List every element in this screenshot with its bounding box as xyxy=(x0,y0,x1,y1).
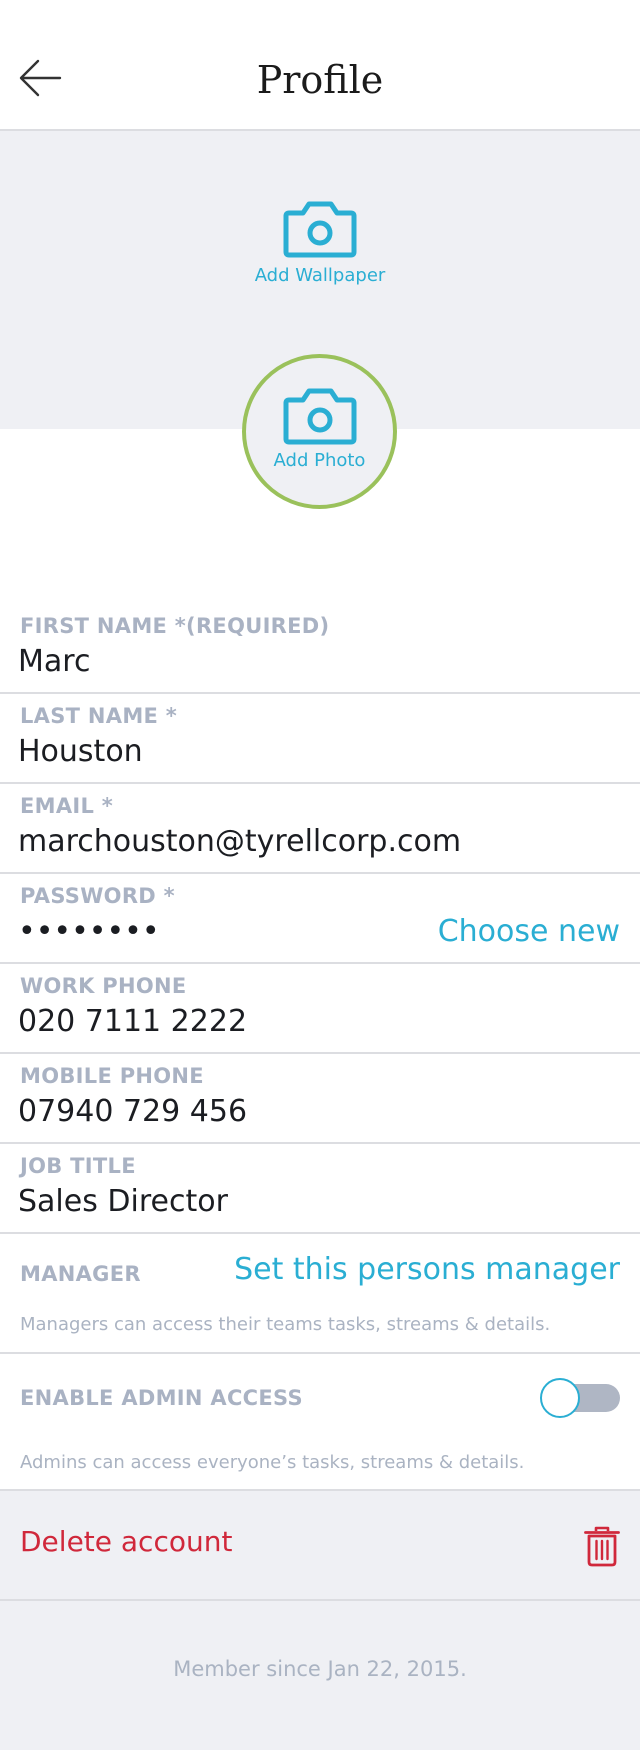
last-name-value[interactable]: Houston xyxy=(18,734,143,769)
last-name-label: LAST NAME * xyxy=(20,704,178,728)
admin-access-toggle[interactable] xyxy=(540,1378,620,1418)
password-label: PASSWORD * xyxy=(20,884,175,908)
toggle-knob xyxy=(540,1378,580,1418)
mobile-phone-field[interactable]: MOBILE PHONE 07940 729 456 xyxy=(0,1054,640,1144)
choose-new-password-link[interactable]: Choose new xyxy=(438,914,620,949)
page-title: Profile xyxy=(256,58,384,102)
manager-field: MANAGER Set this persons manager Manager… xyxy=(0,1234,640,1354)
add-photo-button[interactable]: Add Photo xyxy=(242,354,397,509)
add-wallpaper-button[interactable]: Add Wallpaper xyxy=(220,199,420,299)
email-field[interactable]: EMAIL * marchouston@tyrellcorp.com xyxy=(0,784,640,874)
password-value: •••••••• xyxy=(18,914,160,949)
add-photo-label: Add Photo xyxy=(273,450,366,471)
admin-help-text: Admins can access everyone’s tasks, stre… xyxy=(20,1452,525,1473)
manager-label: MANAGER xyxy=(20,1262,141,1286)
set-manager-link[interactable]: Set this persons manager xyxy=(234,1252,620,1287)
job-title-field[interactable]: JOB TITLE Sales Director xyxy=(0,1144,640,1234)
delete-account-button[interactable]: Delete account xyxy=(0,1491,640,1601)
top-bar: Profile xyxy=(0,0,640,131)
email-value[interactable]: marchouston@tyrellcorp.com xyxy=(18,824,461,859)
password-field: PASSWORD * •••••••• Choose new xyxy=(0,874,640,964)
member-since-text: Member since Jan 22, 2015. xyxy=(173,1657,467,1681)
work-phone-label: WORK PHONE xyxy=(20,974,187,998)
work-phone-field[interactable]: WORK PHONE 020 7111 2222 xyxy=(0,964,640,1054)
trash-icon xyxy=(584,1526,620,1567)
job-title-label: JOB TITLE xyxy=(20,1154,136,1178)
manager-help-text: Managers can access their teams tasks, s… xyxy=(20,1314,551,1335)
first-name-value[interactable]: Marc xyxy=(18,644,90,679)
camera-icon xyxy=(283,201,357,258)
admin-access-field: ENABLE ADMIN ACCESS Admins can access ev… xyxy=(0,1354,640,1491)
last-name-field[interactable]: LAST NAME * Houston xyxy=(0,694,640,784)
first-name-field[interactable]: FIRST NAME *(REQUIRED) Marc xyxy=(0,604,640,694)
camera-icon xyxy=(283,388,356,445)
mobile-phone-value[interactable]: 07940 729 456 xyxy=(18,1094,247,1129)
admin-access-label: ENABLE ADMIN ACCESS xyxy=(20,1386,303,1410)
work-phone-value[interactable]: 020 7111 2222 xyxy=(18,1004,247,1039)
add-wallpaper-label: Add Wallpaper xyxy=(254,265,386,286)
email-label: EMAIL * xyxy=(20,794,114,818)
delete-account-label: Delete account xyxy=(20,1525,233,1558)
first-name-label: FIRST NAME *(REQUIRED) xyxy=(20,614,330,638)
mobile-phone-label: MOBILE PHONE xyxy=(20,1064,204,1088)
job-title-value[interactable]: Sales Director xyxy=(18,1184,228,1219)
